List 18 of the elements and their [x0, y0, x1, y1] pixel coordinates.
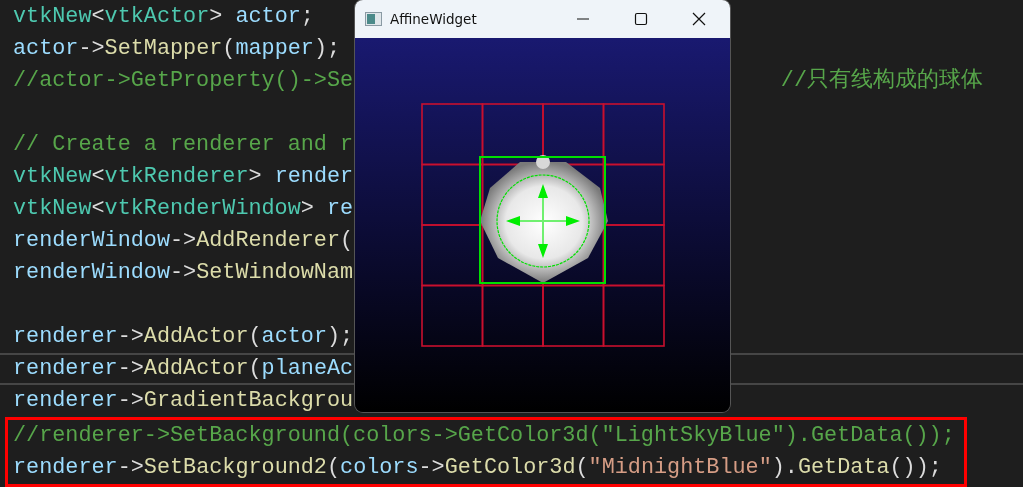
code-line: vtkNew<vtkActor> actor;	[13, 3, 314, 31]
code-line: vtkNew<vtkRenderWindow> re	[13, 195, 354, 223]
code-line: renderWindow->AddRenderer(	[13, 227, 354, 255]
close-icon[interactable]	[692, 12, 706, 26]
code-line: // Create a renderer and r	[13, 131, 354, 159]
code-line: //actor->GetProperty()->Se	[13, 67, 354, 95]
code-line: actor->SetMapper(mapper);	[13, 35, 341, 63]
code-line: renderWindow->SetWindowNam	[13, 259, 354, 287]
code-line: renderer->AddActor(planeAc	[13, 355, 354, 383]
code-line: //renderer->SetBackground(colors->GetColor3d("LightSkyBlue").GetData());	[13, 422, 955, 450]
window-title: AffineWidget	[390, 11, 477, 27]
app-icon	[365, 12, 382, 26]
code-comment: //只有线构成的球体	[780, 67, 983, 95]
code-line: renderer->SetBackground2(colors->GetColor3d("MidnightBlue").GetData());	[13, 454, 942, 482]
code-line: renderer->AddActor(actor);	[13, 323, 354, 351]
maximize-icon[interactable]	[634, 12, 648, 26]
code-line: vtkNew<vtkRenderer> render	[13, 163, 354, 191]
code-line: renderer->GradientBackgrou	[13, 387, 354, 415]
